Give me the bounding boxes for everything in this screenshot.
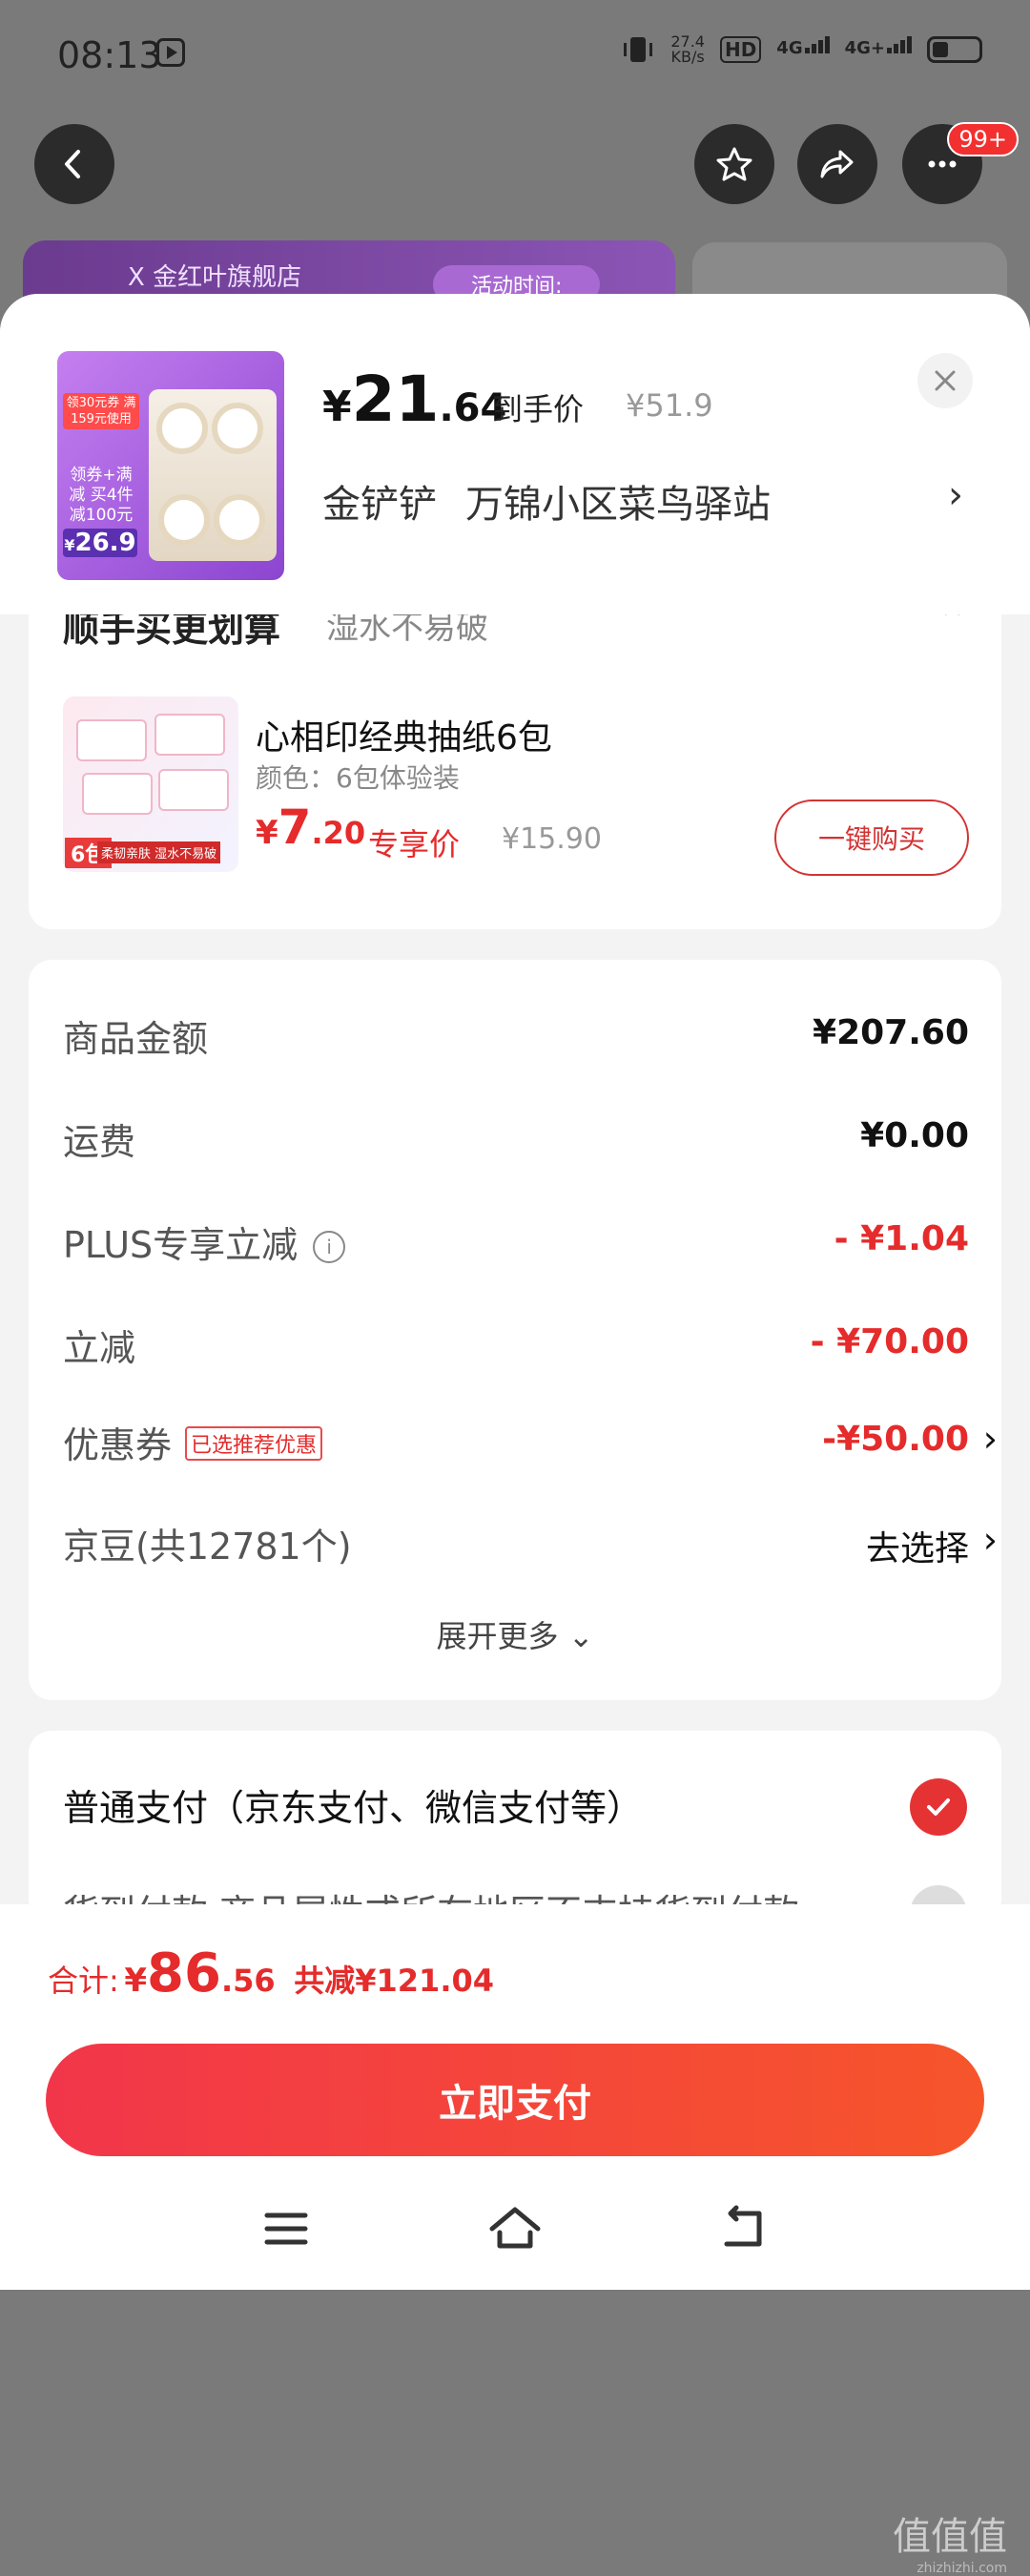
share-icon xyxy=(820,150,854,178)
summary-value: - ¥70.00 xyxy=(810,1322,969,1361)
coupon-badge: 已选推荐优惠 xyxy=(185,1426,323,1461)
price-summary-card: 商品金额 ¥207.60 运费 ¥0.00 PLUS专享立减 i - ¥1.04 … xyxy=(29,960,1001,1700)
vibrate-icon xyxy=(624,37,653,62)
image-feature-tag: 柔韧亲肤 湿水不易破 xyxy=(97,841,221,863)
thumb-coupon: 领30元券 满159元使用 xyxy=(63,393,139,429)
original-price: ¥51.9 xyxy=(626,387,713,424)
pay-now-button[interactable]: 立即支付 xyxy=(46,2044,984,2156)
recommended-product-price: ¥7.20 xyxy=(256,800,366,855)
status-time: 08:13 xyxy=(57,34,162,76)
favorite-button[interactable] xyxy=(694,124,774,204)
payment-selected-radio[interactable] xyxy=(910,1778,967,1836)
recommended-product-spec: 颜色：6包体验装 xyxy=(256,762,460,794)
sheet-header: 领30元券 满159元使用 领券+满减 买4件 减100元 ¥26.9 ¥21.… xyxy=(0,294,1030,614)
thumb-rolls xyxy=(149,389,277,561)
back-arrow-icon xyxy=(65,150,80,178)
home-icon[interactable] xyxy=(486,2200,544,2257)
status-icons: 27.4 KB/s HD 4G 4G+ xyxy=(621,34,982,65)
summary-label: 立减 xyxy=(63,1327,136,1369)
summary-row-coupon[interactable]: 优惠券 已选推荐优惠 -¥50.00 › xyxy=(63,1416,998,1473)
summary-label: 京豆(共12781个) xyxy=(63,1526,352,1568)
summary-label: 优惠券 已选推荐优惠 xyxy=(63,1416,323,1468)
summary-label: PLUS专享立减 i xyxy=(63,1215,346,1268)
back-button[interactable] xyxy=(34,124,114,204)
chevron-right-icon[interactable]: › xyxy=(983,1418,998,1460)
net-speed: 27.4 KB/s xyxy=(670,32,705,66)
final-price: ¥21.64 xyxy=(322,363,507,436)
media-play-icon xyxy=(156,38,185,67)
share-button[interactable] xyxy=(797,124,877,204)
close-icon xyxy=(935,370,956,391)
address-name[interactable]: 金铲铲 xyxy=(322,473,437,529)
summary-row-shipping: 运费 ¥0.00 xyxy=(63,1112,969,1170)
summary-value: ¥207.60 xyxy=(813,1013,969,1052)
store-banner-text: X 金红叶旗舰店 xyxy=(128,263,302,292)
battery-icon xyxy=(927,36,982,63)
watermark: 值值值 zhizhizhi.com xyxy=(893,2515,1007,2576)
check-icon xyxy=(927,1798,950,1816)
info-icon[interactable]: i xyxy=(313,1231,346,1263)
thumb-promo: 领券+满减 买4件 减100元 xyxy=(69,466,134,525)
checkout-footer: 合计: ¥86.56 共减¥121.04 立即支付 值值值 zhizhizhi.c… xyxy=(0,1904,1030,2576)
message-badge: 99+ xyxy=(947,122,1019,156)
total-amount: 合计: ¥86.56 共减¥121.04 xyxy=(48,1942,495,2005)
chevron-down-icon: ⌄ xyxy=(567,1618,594,1654)
product-thumbnail[interactable]: 领30元券 满159元使用 领券+满减 买4件 减100元 ¥26.9 xyxy=(57,351,284,580)
close-button[interactable] xyxy=(917,353,973,408)
exclusive-price-tag: 专享价 xyxy=(368,826,461,862)
back-icon[interactable] xyxy=(715,2200,772,2257)
total-saved: 共减¥121.04 xyxy=(294,1963,495,1999)
status-bar: 08:13 27.4 KB/s HD 4G 4G+ xyxy=(0,0,1030,114)
hd-icon: HD xyxy=(719,36,762,63)
summary-row-jingdou[interactable]: 京豆(共12781个) 去选择 › xyxy=(63,1517,998,1574)
chevron-right-icon[interactable]: › xyxy=(948,473,963,517)
one-click-buy-button[interactable]: 一键购买 xyxy=(774,800,969,876)
summary-value: ¥0.00 xyxy=(860,1116,969,1155)
thumb-price: ¥26.9 xyxy=(63,529,137,557)
recommended-product-name[interactable]: 心相印经典抽纸6包 xyxy=(256,710,552,759)
signal-icon-2: 4G+ xyxy=(845,35,912,64)
star-icon xyxy=(716,147,752,181)
expand-more-button[interactable]: 展开更多 ⌄ xyxy=(29,1612,1001,1656)
system-nav-bar: 值值值 zhizhizhi.com xyxy=(0,2191,1030,2576)
recommended-product-image[interactable]: 6包 柔韧亲肤 湿水不易破 xyxy=(63,696,238,872)
payment-option-normal[interactable]: 普通支付（京东支付、微信支付等） xyxy=(63,1778,643,1831)
address-place[interactable]: 万锦小区菜鸟驿站 xyxy=(465,473,771,529)
recommendation-card: 顺手买更划算 湿水不易破 ✕ 6包 柔韧亲肤 湿水不易破 心相印经典抽纸6包 颜… xyxy=(29,580,1001,929)
summary-label: 商品金额 xyxy=(63,1018,209,1060)
recommended-original-price: ¥15.90 xyxy=(502,822,602,856)
summary-row-goods: 商品金额 ¥207.60 xyxy=(63,1009,969,1067)
summary-row-plus: PLUS专享立减 i - ¥1.04 xyxy=(63,1215,969,1273)
summary-value: -¥50.00 xyxy=(822,1420,969,1459)
menu-icon[interactable] xyxy=(258,2200,315,2257)
summary-label: 运费 xyxy=(63,1121,136,1163)
summary-value: - ¥1.04 xyxy=(834,1219,969,1258)
summary-row-discount: 立减 - ¥70.00 xyxy=(63,1319,969,1376)
chevron-right-icon[interactable]: › xyxy=(983,1519,998,1561)
final-price-tag: 到手价 xyxy=(492,391,585,427)
payment-method-card: 普通支付（京东支付、微信支付等） 货到付款 商品属性或所在地区不支持货到付款 xyxy=(29,1731,1001,1942)
summary-value[interactable]: 去选择 xyxy=(866,1521,969,1570)
signal-icon-1: 4G xyxy=(776,35,830,64)
